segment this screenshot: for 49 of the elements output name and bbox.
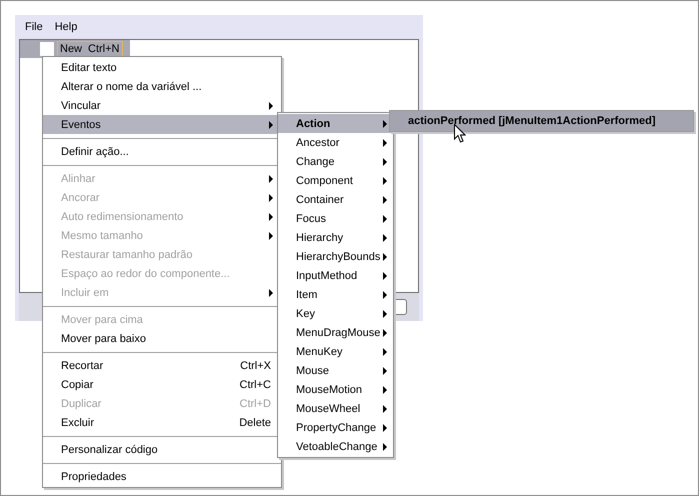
menu-item[interactable]: Action bbox=[278, 114, 393, 133]
menu-item[interactable]: Definir ação... bbox=[43, 142, 281, 161]
menu-item[interactable]: Vincular bbox=[43, 96, 281, 115]
menu-item[interactable]: Hierarchy bbox=[278, 228, 393, 247]
menu-item[interactable]: Copiar Ctrl+C bbox=[43, 375, 281, 394]
menu-title[interactable]: Help bbox=[54, 21, 78, 39]
submenu-arrow-icon bbox=[383, 310, 387, 318]
menu-item[interactable]: Container bbox=[278, 190, 393, 209]
menu-item[interactable]: InputMethod bbox=[278, 266, 393, 285]
menu-item[interactable]: Editar texto bbox=[43, 58, 281, 77]
submenu-arrow-icon bbox=[383, 158, 387, 166]
submenu-arrow-icon bbox=[383, 424, 387, 432]
menu-item[interactable]: Ancestor bbox=[278, 133, 393, 152]
menu-item[interactable]: MouseMotion bbox=[278, 380, 393, 399]
submenu-arrow-icon bbox=[383, 120, 387, 128]
menu-item[interactable]: MouseWheel bbox=[278, 399, 393, 418]
menu-item[interactable]: Mouse bbox=[278, 361, 393, 380]
submenu-arrow-icon bbox=[383, 328, 387, 336]
menu-item[interactable]: Key bbox=[278, 304, 393, 323]
menu-item[interactable]: Propriedades bbox=[43, 467, 281, 486]
menu-item[interactable]: PropertyChange bbox=[278, 418, 393, 437]
menu-item[interactable]: VetoableChange bbox=[278, 437, 393, 456]
submenu-arrow-icon bbox=[383, 442, 387, 450]
menu-item[interactable]: Focus bbox=[278, 209, 393, 228]
submenu-arrow-icon bbox=[383, 214, 387, 222]
submenu-arrow-icon bbox=[383, 176, 387, 184]
menu-item[interactable]: Change bbox=[278, 152, 393, 171]
submenu-arrow-icon bbox=[383, 272, 387, 280]
submenu-arrow-icon bbox=[383, 234, 387, 242]
menu-item[interactable]: Personalizar código bbox=[43, 440, 281, 459]
submenu-arrow-icon bbox=[383, 252, 387, 260]
menu-item[interactable]: Excluir Delete bbox=[43, 413, 281, 432]
submenu-arrow-icon bbox=[383, 386, 387, 394]
submenu-arrow-icon bbox=[383, 196, 387, 204]
menu-item[interactable]: MenuDragMouse bbox=[278, 323, 393, 342]
submenu-arrow-icon bbox=[383, 404, 387, 412]
menu-item[interactable]: Item bbox=[278, 285, 393, 304]
menu-title[interactable]: File bbox=[25, 21, 43, 39]
menu-item[interactable]: Alterar o nome da variável ... bbox=[43, 77, 281, 96]
menu-item[interactable]: MenuKey bbox=[278, 342, 393, 361]
menu-item[interactable]: HierarchyBounds bbox=[278, 247, 393, 266]
submenu-arrow-icon bbox=[383, 348, 387, 356]
menu-item[interactable]: Mover para baixo bbox=[43, 329, 281, 348]
menu-item[interactable]: actionPerformed [jMenuItem1ActionPerformed] bbox=[390, 111, 693, 131]
menu-item[interactable]: Recortar Ctrl+X bbox=[43, 356, 281, 375]
menu-item[interactable]: Component bbox=[278, 171, 393, 190]
submenu-arrow-icon bbox=[383, 290, 387, 298]
submenu-arrow-icon bbox=[383, 138, 387, 146]
submenu-arrow-icon bbox=[383, 366, 387, 374]
